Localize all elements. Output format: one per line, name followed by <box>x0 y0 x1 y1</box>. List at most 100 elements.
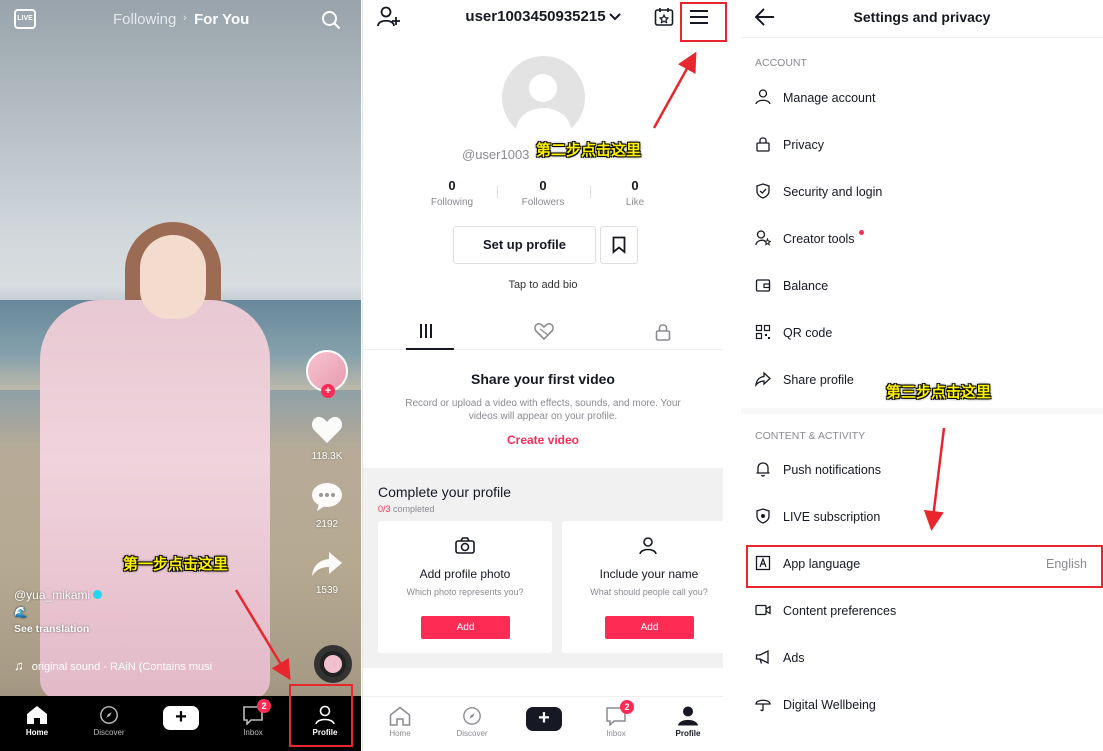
annotation-box-language <box>746 545 1103 588</box>
music-note-icon: ♫ <box>14 658 24 673</box>
setting-security[interactable]: Security and login <box>741 174 1103 210</box>
tab-following[interactable]: Following <box>113 11 176 28</box>
person-icon <box>755 89 771 105</box>
see-translation-link[interactable]: See translation <box>14 623 102 635</box>
setting-creator-tools[interactable]: Creator tools <box>741 221 1103 257</box>
compass-icon <box>463 707 481 725</box>
comment-action[interactable]: 2192 <box>301 482 353 530</box>
profile-handle: @user1003 <box>462 147 530 162</box>
setting-label: Privacy <box>783 138 824 152</box>
video-feed-screen: LIVE Following › For You + 118.3K 2192 1… <box>0 0 361 751</box>
setting-label: Push notifications <box>783 463 881 477</box>
favorites-button[interactable] <box>600 226 638 264</box>
nav-inbox-label: Inbox <box>243 728 263 737</box>
creator-avatar[interactable]: + <box>306 350 348 398</box>
setting-label: QR code <box>783 326 833 340</box>
stat-divider <box>497 186 498 198</box>
add-name-button[interactable]: Add <box>605 616 694 639</box>
chevron-down-icon[interactable] <box>608 13 621 21</box>
section-header-account: ACCOUNT <box>755 57 807 69</box>
complete-profile-section: Complete your profile 0/3 completed Add … <box>363 468 723 668</box>
profile-avatar[interactable] <box>502 56 585 139</box>
progress-count: 0/3 <box>378 504 391 514</box>
stat-following-num: 0 <box>448 178 456 193</box>
profile-header: user1003450935215 <box>363 0 723 34</box>
comment-icon[interactable] <box>311 482 343 512</box>
stat-following[interactable]: 0 Following <box>417 178 487 208</box>
nav-discover-label: Discover <box>456 729 488 738</box>
add-name-card[interactable]: Include your name What should people cal… <box>562 521 723 653</box>
live-icon[interactable]: LIVE <box>14 9 36 29</box>
share-count: 1539 <box>315 585 339 596</box>
camera-icon <box>455 537 475 554</box>
tab-for-you[interactable]: For You <box>194 11 249 28</box>
create-plus-icon: + <box>538 707 550 729</box>
tab-separator: › <box>183 12 187 24</box>
follow-plus-icon[interactable]: + <box>321 384 335 398</box>
annotation-step2: 第二步点击这里 <box>536 141 642 159</box>
share-action[interactable]: 1539 <box>301 550 353 596</box>
umbrella-icon <box>755 699 771 712</box>
stat-likes[interactable]: 0 Like <box>600 178 670 208</box>
nav-discover[interactable]: Discover <box>442 706 502 738</box>
annotation-step3: 第三步点击这里 <box>886 383 992 401</box>
inbox-badge: 2 <box>620 700 634 714</box>
share-arrow-icon[interactable] <box>311 550 343 578</box>
profile-tabs <box>363 318 723 350</box>
lock-icon <box>756 137 770 152</box>
sound-name[interactable]: original sound - RAiN (Contains musi <box>32 661 212 673</box>
compass-icon <box>100 706 118 724</box>
person-icon <box>639 537 657 555</box>
setting-label: Content preferences <box>783 604 897 618</box>
qr-icon <box>755 324 771 340</box>
setting-label: Balance <box>783 279 829 293</box>
add-photo-card[interactable]: Add profile photo Which photo represents… <box>378 521 552 653</box>
like-count: 118.3K <box>311 451 343 462</box>
home-icon <box>389 706 411 726</box>
nav-home[interactable]: Home <box>370 706 430 738</box>
nav-home[interactable]: Home <box>7 705 67 737</box>
create-video-link[interactable]: Create video <box>363 433 723 447</box>
add-photo-button[interactable]: Add <box>421 616 510 639</box>
sound-disc-icon[interactable] <box>314 645 352 683</box>
videos-grid-icon[interactable] <box>418 323 434 339</box>
create-button[interactable]: + <box>523 707 565 731</box>
setting-qr-code[interactable]: QR code <box>741 315 1103 351</box>
lock-icon[interactable] <box>655 323 671 341</box>
sound-row[interactable]: ♫ original sound - RAiN (Contains musi <box>14 658 212 673</box>
setting-push-notifications[interactable]: Push notifications <box>741 452 1103 488</box>
add-bio-link[interactable]: Tap to add bio <box>363 279 723 291</box>
creator-username-text[interactable]: @yua_mikami <box>14 588 90 602</box>
setting-manage-account[interactable]: Manage account <box>741 80 1103 116</box>
nav-profile[interactable]: Profile <box>658 706 718 738</box>
creator-username[interactable]: @yua_mikami <box>14 588 103 602</box>
setting-content-preferences[interactable]: Content preferences <box>741 593 1103 629</box>
setting-balance[interactable]: Balance <box>741 268 1103 304</box>
video-person <box>40 300 270 700</box>
profile-username[interactable]: user1003450935215 <box>465 8 605 25</box>
calendar-star-icon[interactable] <box>654 7 674 27</box>
card-title: Include your name <box>599 567 699 581</box>
setup-profile-button[interactable]: Set up profile <box>453 226 596 264</box>
search-icon[interactable] <box>321 10 341 30</box>
stat-followers[interactable]: 0 Followers <box>508 178 578 208</box>
create-button[interactable]: + <box>160 706 202 730</box>
complete-profile-progress: 0/3 completed <box>378 504 435 514</box>
heart-icon[interactable] <box>311 416 343 444</box>
setting-privacy[interactable]: Privacy <box>741 127 1103 163</box>
liked-videos-icon[interactable] <box>534 323 554 341</box>
annotation-box-menu <box>680 2 727 42</box>
side-actions: + 118.3K 2192 1539 <box>301 350 353 596</box>
video-caption: @yua_mikami 🌊 See translation <box>14 588 103 635</box>
setting-digital-wellbeing[interactable]: Digital Wellbeing <box>741 687 1103 723</box>
wallet-icon <box>755 279 771 292</box>
nav-inbox[interactable]: Inbox 2 <box>586 700 646 738</box>
stat-followers-num: 0 <box>539 178 547 193</box>
nav-inbox[interactable]: Inbox 2 <box>223 699 283 737</box>
setting-label: Ads <box>783 651 805 665</box>
inbox-badge: 2 <box>257 699 271 713</box>
setting-live-subscription[interactable]: LIVE subscription <box>741 499 1103 535</box>
nav-discover[interactable]: Discover <box>79 705 139 737</box>
setting-ads[interactable]: Ads <box>741 640 1103 676</box>
like-action[interactable]: 118.3K <box>301 416 353 462</box>
